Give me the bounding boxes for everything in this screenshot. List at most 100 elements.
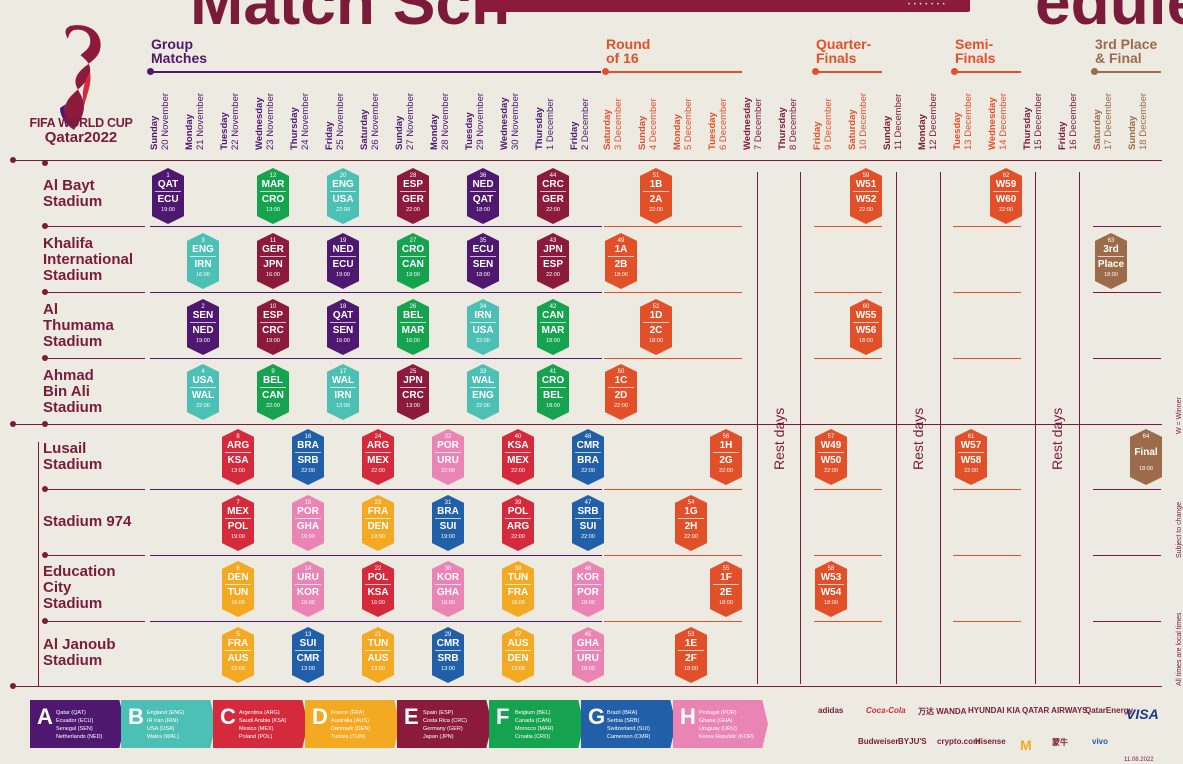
match-card[interactable]: 35 ECU SEN 18:00 — [467, 233, 499, 289]
match-card[interactable]: 56 1H 2G 22:00 — [710, 429, 742, 485]
team-away: ENG — [472, 390, 494, 401]
match-card[interactable]: 30 KOR GHA 16:00 — [432, 561, 464, 617]
rest-column-line — [800, 172, 801, 684]
page-title-tail: edule — [1035, 0, 1183, 38]
match-card[interactable]: 20 ENG USA 22:00 — [327, 168, 359, 224]
match-card[interactable]: 33 WAL ENG 22:00 — [467, 364, 499, 420]
row-divider-qf — [814, 621, 882, 622]
match-card[interactable]: 21 TUN AUS 13:00 — [362, 627, 394, 683]
match-card[interactable]: 23 FRA DEN 19:00 — [362, 495, 394, 551]
match-card[interactable]: 47 SRB SUI 22:00 — [572, 495, 604, 551]
kickoff-time: 22:00 — [511, 468, 525, 474]
team-away: TUN — [227, 587, 249, 598]
match-card[interactable]: 40 KSA MEX 22:00 — [502, 429, 534, 485]
match-card[interactable]: 39 POL ARG 22:00 — [502, 495, 534, 551]
match-card[interactable]: 58 W53 W54 18:00 — [815, 561, 847, 617]
match-card[interactable]: 24 ARG MEX 22:00 — [362, 429, 394, 485]
legend-group-h: H Portugal (POR) Ghana (GHA) Uruguay (URU) K… — [673, 700, 768, 748]
match-card[interactable]: 12 MAR CRO 13:00 — [257, 168, 289, 224]
day-weekday: Sunday — [394, 115, 405, 150]
match-card[interactable]: 63 3rd Place 18:00 — [1095, 233, 1127, 289]
match-card[interactable]: 14 URU KOR 16:00 — [292, 561, 324, 617]
match-card[interactable]: 13 SUI CMR 13:00 — [292, 627, 324, 683]
match-card[interactable]: 3 ENG IRN 16:00 — [187, 233, 219, 289]
match-card[interactable]: 19 NED ECU 19:00 — [327, 233, 359, 289]
team-home: ENG — [192, 244, 214, 255]
row-divider-qf — [814, 555, 882, 556]
match-card[interactable]: 22 POL KSA 16:00 — [362, 561, 394, 617]
team-away: SRB — [297, 455, 319, 466]
day-date: 10 December — [858, 92, 869, 150]
match-card[interactable]: 45 GHA URU 18:00 — [572, 627, 604, 683]
day-date: 24 November — [300, 92, 311, 150]
match-card[interactable]: 32 POR URU 22:00 — [432, 429, 464, 485]
team-home: CRO — [401, 244, 425, 255]
group-team: Switzerland (SUI) — [607, 726, 650, 732]
phase-line-r16 — [602, 68, 742, 75]
match-card[interactable]: 4 USA WAL 22:00 — [187, 364, 219, 420]
row-divider-r16 — [604, 555, 742, 556]
phase-third-place-final: 3rd Place & Final — [1095, 36, 1158, 66]
match-card[interactable]: 53 1E 2F 18:00 — [675, 627, 707, 683]
match-card[interactable]: 17 WAL IRN 13:00 — [327, 364, 359, 420]
match-card[interactable]: 37 AUS DEN 13:00 — [502, 627, 534, 683]
match-card[interactable]: 51 1B 2A 22:00 — [640, 168, 672, 224]
team-home: 1D — [649, 310, 663, 321]
match-card[interactable]: 26 BEL MAR 16:00 — [397, 299, 429, 355]
match-card[interactable]: 1 QAT ECU 19:00 — [152, 168, 184, 224]
match-card[interactable]: 52 1D 2C 18:00 — [640, 299, 672, 355]
match-card[interactable]: 6 DEN TUN 16:00 — [222, 561, 254, 617]
match-card[interactable]: 18 QAT SEN 16:00 — [327, 299, 359, 355]
venue-al-bayt: Al Bayt Stadium — [43, 177, 103, 210]
match-card[interactable]: 59 W51 W52 22:00 — [850, 168, 882, 224]
match-card[interactable]: 2 SEN NED 19:00 — [187, 299, 219, 355]
kickoff-time: 13:00 — [231, 468, 245, 474]
match-card[interactable]: 54 1G 2H 22:00 — [675, 495, 707, 551]
match-card[interactable]: 28 ESP GER 22:00 — [397, 168, 429, 224]
day-date: 17 December — [1103, 92, 1114, 150]
group-team: Japan (JPN) — [423, 734, 454, 740]
team-home: CRC — [542, 179, 564, 190]
match-number: 64 — [1142, 434, 1150, 440]
match-card[interactable]: 7 MEX POL 19:00 — [222, 495, 254, 551]
match-card[interactable]: 36 NED QAT 18:00 — [467, 168, 499, 224]
match-card[interactable]: 42 CAN MAR 18:00 — [537, 299, 569, 355]
match-card[interactable]: 61 W57 W58 22:00 — [955, 429, 987, 485]
match-card[interactable]: 62 W59 W60 22:00 — [990, 168, 1022, 224]
day-column-header: Monday 28 November — [429, 80, 463, 150]
match-card[interactable]: 34 IRN USA 22:00 — [467, 299, 499, 355]
match-card[interactable]: 5 FRA AUS 22:00 — [222, 627, 254, 683]
match-card[interactable]: 25 JPN CRC 13:00 — [397, 364, 429, 420]
match-card[interactable]: 11 GER JPN 16:00 — [257, 233, 289, 289]
match-card[interactable]: 15 POR GHA 19:00 — [292, 495, 324, 551]
row-divider-qf — [814, 292, 882, 293]
match-card[interactable]: 27 CRO CAN 19:00 — [397, 233, 429, 289]
match-card[interactable]: 38 TUN FRA 18:00 — [502, 561, 534, 617]
match-card[interactable]: 31 BRA SUI 19:00 — [432, 495, 464, 551]
day-date: 20 November — [160, 92, 171, 150]
row-divider-sf — [953, 226, 1021, 227]
match-card[interactable]: 48 CMR BRA 22:00 — [572, 429, 604, 485]
match-card[interactable]: 60 W55 W56 18:00 — [850, 299, 882, 355]
match-card[interactable]: 8 ARG KSA 13:00 — [222, 429, 254, 485]
match-card[interactable]: 49 1A 2B 18:00 — [605, 233, 637, 289]
match-card[interactable]: 29 CMR SRB 13:00 — [432, 627, 464, 683]
day-weekday: Monday — [429, 114, 440, 150]
match-card[interactable]: 43 JPN ESP 22:00 — [537, 233, 569, 289]
match-card[interactable]: 9 BEL CAN 22:00 — [257, 364, 289, 420]
match-card[interactable]: 41 CRO BEL 18:00 — [537, 364, 569, 420]
match-card[interactable]: 55 1F 2E 18:00 — [710, 561, 742, 617]
match-card[interactable]: 16 BRA SRB 22:00 — [292, 429, 324, 485]
match-card[interactable]: 46 KOR POR 18:00 — [572, 561, 604, 617]
match-card[interactable]: 44 CRC GER 22:00 — [537, 168, 569, 224]
match-card[interactable]: 64 Final 18:00 — [1130, 429, 1162, 485]
team-away: GER — [542, 194, 564, 205]
row-divider-final — [1093, 555, 1161, 556]
match-card[interactable]: 50 1C 2D 22:00 — [605, 364, 637, 420]
group-team: Mexico (MEX) — [239, 726, 274, 732]
team-home: AUS — [507, 638, 529, 649]
match-card[interactable]: 57 W49 W50 22:00 — [815, 429, 847, 485]
match-card[interactable]: 10 ESP CRC 19:00 — [257, 299, 289, 355]
row-divider-r16 — [604, 621, 742, 622]
team-home: 1F — [720, 572, 732, 583]
